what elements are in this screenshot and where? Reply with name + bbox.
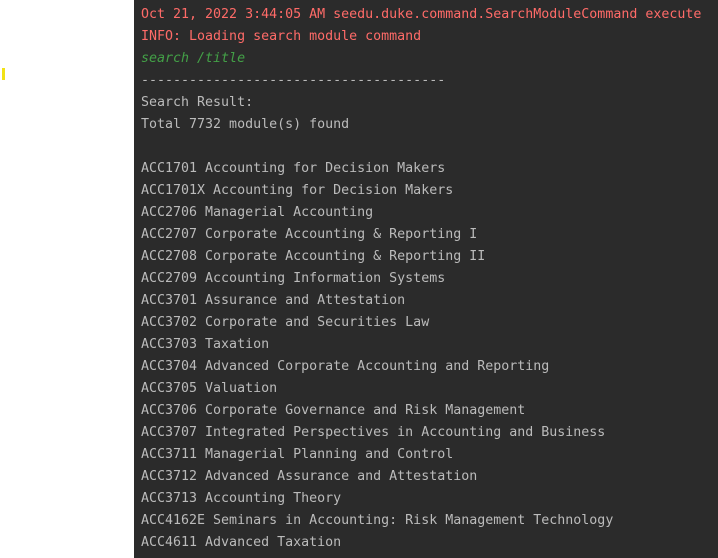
module-line: ACC3713 Accounting Theory xyxy=(141,491,342,506)
user-command-input: search /title xyxy=(141,51,246,66)
module-line: ACC3703 Taxation xyxy=(141,337,270,352)
module-line: ACC1701X Accounting for Decision Makers xyxy=(141,183,454,198)
search-result-header: Search Result: xyxy=(141,95,254,110)
log-timestamp-line: Oct 21, 2022 3:44:05 AM seedu.duke.comma… xyxy=(141,7,702,22)
editor-gutter xyxy=(0,0,134,558)
module-line: ACC3711 Managerial Planning and Control xyxy=(141,447,454,462)
module-line: ACC1701 Accounting for Decision Makers xyxy=(141,161,446,176)
module-line: ACC3704 Advanced Corporate Accounting an… xyxy=(141,359,550,374)
console-output: Oct 21, 2022 3:44:05 AM seedu.duke.comma… xyxy=(141,4,701,554)
change-marker xyxy=(2,68,5,80)
module-line: ACC3702 Corporate and Securities Law xyxy=(141,315,430,330)
module-line: ACC3701 Assurance and Attestation xyxy=(141,293,406,308)
result-count: Total 7732 module(s) found xyxy=(141,117,350,132)
run-console[interactable]: Oct 21, 2022 3:44:05 AM seedu.duke.comma… xyxy=(134,0,718,558)
module-line: ACC4162E Seminars in Accounting: Risk Ma… xyxy=(141,513,614,528)
module-line: ACC3712 Advanced Assurance and Attestati… xyxy=(141,469,478,484)
module-line: ACC2709 Accounting Information Systems xyxy=(141,271,446,286)
separator-line: -------------------------------------- xyxy=(141,73,446,88)
module-line: ACC2706 Managerial Accounting xyxy=(141,205,374,220)
log-info-line: INFO: Loading search module command xyxy=(141,29,422,44)
module-line: ACC3705 Valuation xyxy=(141,381,278,396)
module-line: ACC4611 Advanced Taxation xyxy=(141,535,342,550)
module-line: ACC2708 Corporate Accounting & Reporting… xyxy=(141,249,486,264)
module-line: ACC3707 Integrated Perspectives in Accou… xyxy=(141,425,606,440)
module-line: ACC2707 Corporate Accounting & Reporting… xyxy=(141,227,478,242)
module-line: ACC3706 Corporate Governance and Risk Ma… xyxy=(141,403,526,418)
